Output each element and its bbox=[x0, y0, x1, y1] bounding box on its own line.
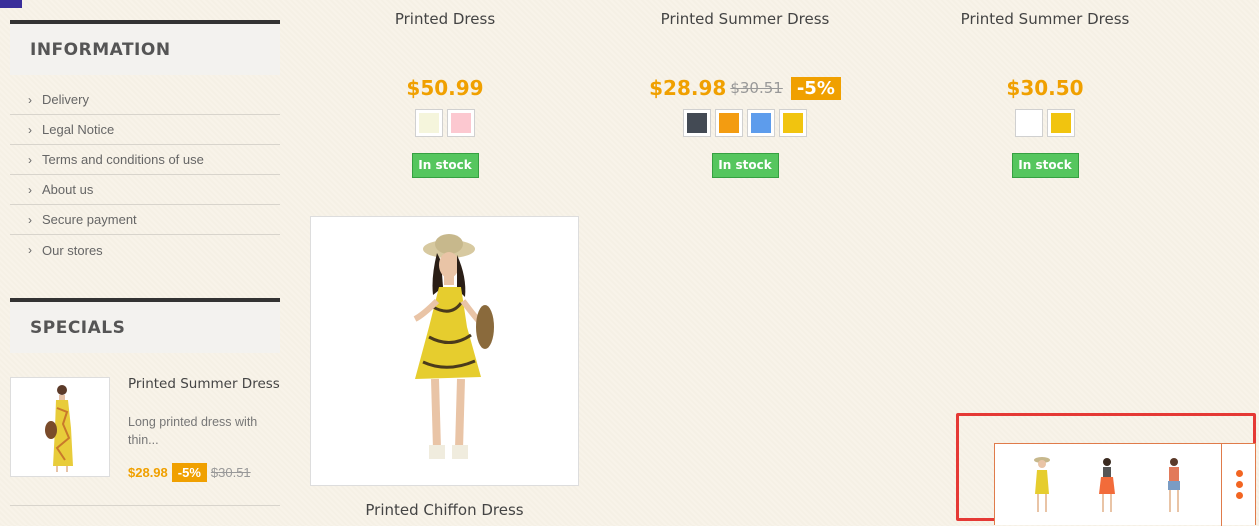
specials-title: SPECIALS bbox=[10, 298, 280, 353]
dot bbox=[1236, 492, 1243, 499]
color-swatches bbox=[310, 110, 580, 136]
color-swatch-yellow[interactable] bbox=[780, 110, 806, 136]
special-product-image[interactable] bbox=[10, 377, 110, 477]
information-block: INFORMATION › Delivery › Legal Notice › Ter… bbox=[10, 20, 280, 265]
dress-photo bbox=[413, 234, 494, 459]
viewed-product-thumbnail[interactable] bbox=[1159, 454, 1189, 516]
information-title: INFORMATION bbox=[10, 20, 280, 75]
chevron-right-icon: › bbox=[28, 122, 32, 137]
special-product-name[interactable]: Printed Summer Dress bbox=[128, 376, 280, 392]
description-line: thin... bbox=[128, 433, 159, 447]
product-name[interactable]: Printed Summer Dress bbox=[610, 10, 880, 30]
stock-badge: In stock bbox=[1011, 153, 1079, 178]
special-product-prices: $28.98 -5% $30.51 bbox=[128, 463, 251, 482]
vertical-dots-icon[interactable] bbox=[1236, 470, 1244, 503]
widget-divider bbox=[1221, 444, 1222, 526]
product-name[interactable]: Printed Summer Dress bbox=[910, 10, 1180, 30]
dress-photo bbox=[1168, 458, 1180, 512]
product-card: Printed Summer Dress $28.98 $30.51 -5% I… bbox=[610, 10, 880, 178]
chevron-right-icon: › bbox=[28, 182, 32, 197]
product-card: Printed Dress $50.99 In stock bbox=[310, 10, 580, 178]
color-swatch-white[interactable] bbox=[1016, 110, 1042, 136]
stock-badge: In stock bbox=[711, 153, 779, 178]
product-prices: $28.98 $30.51 -5% bbox=[610, 74, 880, 102]
special-price: $28.98 bbox=[128, 465, 168, 480]
info-link-terms[interactable]: › Terms and conditions of use bbox=[10, 145, 280, 175]
discount-badge: -5% bbox=[171, 463, 207, 482]
dress-photo bbox=[1099, 458, 1115, 512]
product-prices: $50.99 bbox=[310, 74, 580, 102]
viewed-product-thumbnail[interactable] bbox=[1027, 454, 1057, 516]
info-link-label: Delivery bbox=[42, 92, 89, 107]
product-name[interactable]: Printed Dress bbox=[310, 10, 580, 30]
info-link-about-us[interactable]: › About us bbox=[10, 175, 280, 205]
product-prices: $30.50 bbox=[910, 74, 1180, 102]
specials-block: SPECIALS Printed Summer Dress Long print… bbox=[10, 298, 280, 506]
info-link-label: Legal Notice bbox=[42, 122, 115, 137]
color-swatch-orange[interactable] bbox=[716, 110, 742, 136]
color-swatch-dark-grey[interactable] bbox=[684, 110, 710, 136]
dot bbox=[1236, 470, 1243, 477]
color-swatch-pink[interactable] bbox=[448, 110, 474, 136]
stock-badge: In stock bbox=[411, 153, 479, 178]
color-swatch-beige[interactable] bbox=[416, 110, 442, 136]
chevron-right-icon: › bbox=[28, 152, 32, 167]
product-image[interactable] bbox=[310, 216, 579, 486]
product-name[interactable]: Printed Chiffon Dress bbox=[310, 501, 579, 519]
discount-badge: -5% bbox=[790, 76, 841, 100]
color-swatch-blue[interactable] bbox=[748, 110, 774, 136]
dress-photo bbox=[1034, 457, 1050, 512]
special-product: Printed Summer Dress Long printed dress … bbox=[10, 376, 280, 506]
color-swatches bbox=[610, 110, 880, 136]
dot bbox=[1236, 481, 1243, 488]
info-link-label: Secure payment bbox=[42, 212, 137, 227]
info-link-secure-payment[interactable]: › Secure payment bbox=[10, 205, 280, 235]
special-product-description: Long printed dress with thin... bbox=[128, 413, 278, 449]
viewed-product-thumbnail[interactable] bbox=[1092, 454, 1122, 516]
color-swatch-yellow[interactable] bbox=[1048, 110, 1074, 136]
product-price: $30.50 bbox=[1006, 76, 1084, 100]
info-link-delivery[interactable]: › Delivery bbox=[10, 85, 280, 115]
corner-marker bbox=[0, 0, 22, 8]
product-price: $50.99 bbox=[406, 76, 484, 100]
viewed-products-widget bbox=[994, 443, 1256, 526]
chevron-right-icon: › bbox=[28, 243, 32, 257]
information-links: › Delivery › Legal Notice › Terms and condi… bbox=[10, 85, 280, 265]
info-link-legal-notice[interactable]: › Legal Notice bbox=[10, 115, 280, 145]
old-price: $30.51 bbox=[730, 79, 783, 97]
product-price: $28.98 bbox=[649, 76, 727, 100]
old-price: $30.51 bbox=[210, 465, 251, 480]
info-link-label: About us bbox=[42, 182, 94, 197]
info-link-our-stores[interactable]: › Our stores bbox=[10, 235, 280, 265]
info-link-label: Our stores bbox=[42, 242, 103, 258]
dress-photo bbox=[45, 385, 73, 472]
description-line: Long printed dress with bbox=[128, 415, 258, 429]
chevron-right-icon: › bbox=[28, 92, 32, 107]
chevron-right-icon: › bbox=[28, 212, 32, 227]
product-card: Printed Summer Dress $30.50 In stock bbox=[910, 10, 1180, 178]
color-swatches bbox=[910, 110, 1180, 136]
info-link-label: Terms and conditions of use bbox=[42, 152, 204, 167]
